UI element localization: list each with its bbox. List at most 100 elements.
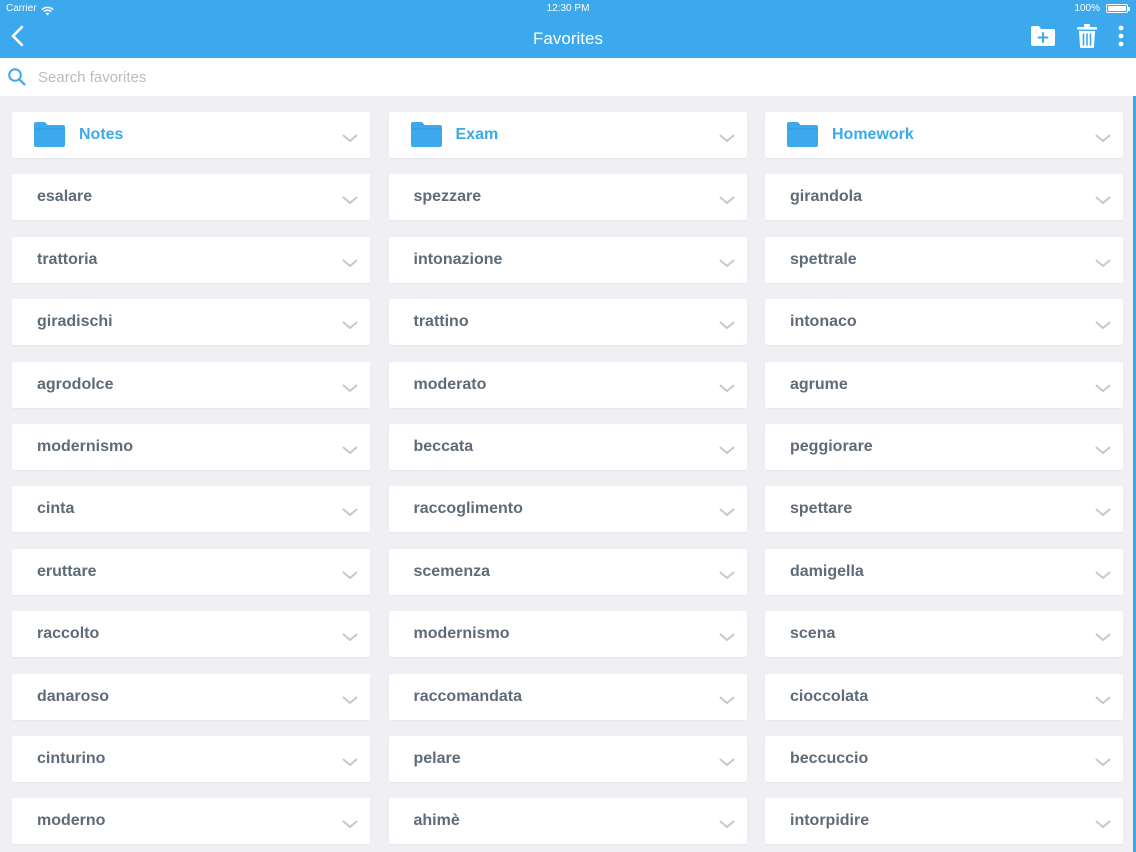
folder-label: Notes — [79, 126, 124, 143]
more-options-button[interactable] — [1112, 24, 1130, 48]
chevron-down-icon[interactable] — [342, 754, 358, 772]
word-label: damigella — [790, 562, 864, 580]
word-label: cioccolata — [790, 687, 869, 705]
favorite-word-card[interactable]: beccata — [388, 423, 747, 470]
word-label: girandola — [790, 188, 863, 206]
chevron-down-icon[interactable] — [1095, 317, 1111, 335]
folder-icon — [787, 121, 818, 152]
delete-button[interactable] — [1076, 23, 1098, 49]
chevron-down-icon[interactable] — [1095, 130, 1111, 148]
folder-exam[interactable]: Exam — [388, 112, 747, 158]
favorite-word-card[interactable]: girandola — [765, 174, 1123, 221]
chevron-down-icon[interactable] — [719, 504, 735, 522]
favorite-word-card[interactable]: esalare — [12, 174, 370, 221]
chevron-down-icon[interactable] — [719, 442, 735, 460]
chevron-down-icon[interactable] — [342, 317, 358, 335]
word-label: modernismo — [413, 625, 510, 643]
chevron-down-icon[interactable] — [1095, 692, 1111, 710]
chevron-down-icon[interactable] — [719, 754, 735, 772]
chevron-down-icon[interactable] — [719, 816, 735, 834]
chevron-down-icon[interactable] — [342, 692, 358, 710]
chevron-down-icon[interactable] — [1095, 442, 1111, 460]
favorite-word-card[interactable]: moderno — [12, 798, 370, 845]
favorite-word-card[interactable]: scena — [765, 611, 1123, 658]
favorite-word-card[interactable]: intonaco — [765, 299, 1123, 346]
new-folder-button[interactable] — [1030, 24, 1056, 48]
folder-label: Homework — [832, 126, 914, 143]
chevron-down-icon[interactable] — [342, 255, 358, 273]
chevron-down-icon[interactable] — [342, 380, 358, 398]
favorite-word-card[interactable]: eruttare — [12, 548, 370, 595]
favorite-word-card[interactable]: intonazione — [388, 236, 747, 283]
favorite-word-card[interactable]: trattoria — [12, 236, 370, 283]
chevron-down-icon[interactable] — [719, 629, 735, 647]
chevron-down-icon[interactable] — [719, 380, 735, 398]
chevron-down-icon[interactable] — [342, 442, 358, 460]
folder-notes[interactable]: Notes — [12, 112, 370, 158]
chevron-down-icon[interactable] — [342, 629, 358, 647]
chevron-down-icon[interactable] — [1095, 255, 1111, 273]
more-vertical-icon — [1118, 25, 1124, 47]
chevron-down-icon[interactable] — [1095, 504, 1111, 522]
chevron-down-icon[interactable] — [1095, 816, 1111, 834]
favorites-screen: Carrier 12:30 PM 100% Favorites Search f… — [0, 0, 1136, 852]
chevron-down-icon[interactable] — [342, 130, 358, 148]
word-label: beccata — [413, 437, 474, 455]
chevron-down-icon[interactable] — [1095, 192, 1111, 210]
favorite-word-card[interactable]: moderato — [388, 361, 747, 408]
favorite-word-card[interactable]: raccomandata — [388, 673, 747, 720]
battery-icon — [1106, 4, 1130, 13]
word-label: giradischi — [37, 313, 113, 331]
chevron-down-icon[interactable] — [1095, 567, 1111, 585]
favorite-word-card[interactable]: cinturino — [12, 735, 370, 782]
favorite-word-card[interactable]: cioccolata — [765, 673, 1123, 720]
chevron-down-icon[interactable] — [1095, 380, 1111, 398]
favorite-word-card[interactable]: scemenza — [388, 548, 747, 595]
search-input[interactable] — [38, 64, 1118, 90]
status-time: 12:30 PM — [546, 3, 590, 14]
chevron-down-icon[interactable] — [719, 317, 735, 335]
word-label: spettrale — [790, 250, 857, 268]
chevron-down-icon[interactable] — [1095, 754, 1111, 772]
chevron-down-icon[interactable] — [1095, 629, 1111, 647]
favorite-word-card[interactable]: raccolto — [12, 611, 370, 658]
word-label: danaroso — [37, 687, 110, 705]
favorite-word-card[interactable]: intorpidire — [765, 798, 1123, 845]
folder-label: Exam — [455, 126, 499, 143]
search-bar — [0, 58, 1136, 96]
favorite-word-card[interactable]: modernismo — [388, 611, 747, 658]
word-label: spezzare — [413, 188, 482, 206]
folder-homework[interactable]: Homework — [765, 112, 1123, 158]
chevron-down-icon[interactable] — [342, 567, 358, 585]
chevron-down-icon[interactable] — [342, 504, 358, 522]
favorite-word-card[interactable]: beccuccio — [765, 735, 1123, 782]
favorite-word-card[interactable]: spettrale — [765, 236, 1123, 283]
favorite-word-card[interactable]: agrodolce — [12, 361, 370, 408]
favorite-word-card[interactable]: danaroso — [12, 673, 370, 720]
favorite-word-card[interactable]: agrume — [765, 361, 1123, 408]
favorite-word-card[interactable]: pelare — [388, 735, 747, 782]
word-label: pelare — [413, 749, 461, 767]
favorite-word-card[interactable]: modernismo — [12, 423, 370, 470]
favorite-word-card[interactable]: trattino — [388, 299, 747, 346]
favorite-word-card[interactable]: cinta — [12, 486, 370, 533]
search-icon — [7, 67, 27, 92]
word-label: agrodolce — [37, 375, 114, 393]
new-folder-icon — [1031, 26, 1055, 46]
chevron-down-icon[interactable] — [342, 192, 358, 210]
favorite-word-card[interactable]: ahimè — [388, 798, 747, 845]
favorite-word-card[interactable]: spezzare — [388, 174, 747, 221]
chevron-down-icon[interactable] — [719, 192, 735, 210]
chevron-down-icon[interactable] — [719, 692, 735, 710]
chevron-down-icon[interactable] — [719, 130, 735, 148]
chevron-down-icon[interactable] — [719, 255, 735, 273]
favorite-word-card[interactable]: peggiorare — [765, 423, 1123, 470]
favorite-word-card[interactable]: raccoglimento — [388, 486, 747, 533]
favorite-word-card[interactable]: damigella — [765, 548, 1123, 595]
favorite-word-card[interactable]: giradischi — [12, 299, 370, 346]
word-label: intonazione — [413, 250, 503, 268]
chevron-down-icon[interactable] — [342, 816, 358, 834]
favorite-word-card[interactable]: spettare — [765, 486, 1123, 533]
word-label: beccuccio — [790, 749, 869, 767]
chevron-down-icon[interactable] — [719, 567, 735, 585]
